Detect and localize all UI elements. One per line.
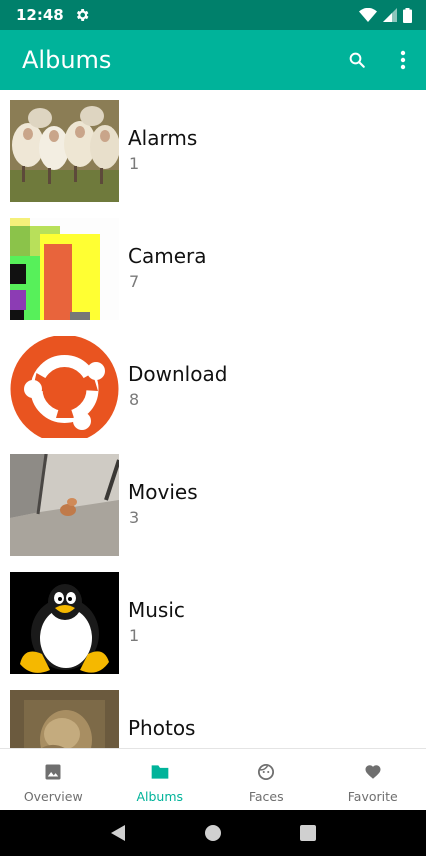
nav-label: Albums bbox=[136, 789, 184, 804]
album-count: 1 bbox=[129, 626, 140, 645]
floor-photo-thumbnail bbox=[10, 454, 119, 556]
back-icon[interactable] bbox=[109, 824, 127, 842]
nav-overview[interactable]: Overview bbox=[0, 749, 107, 810]
album-count: 3 bbox=[129, 508, 140, 527]
gear-icon bbox=[76, 9, 89, 21]
folder-icon bbox=[151, 765, 169, 779]
album-list[interactable]: Alarms 1 Camera 7 Download 8 Movies 3 Mu… bbox=[0, 90, 426, 748]
page-title: Albums bbox=[22, 46, 112, 74]
album-thumbnail bbox=[10, 690, 119, 748]
system-navigation-bar bbox=[0, 810, 426, 856]
wifi-icon bbox=[359, 8, 377, 22]
more-vert-icon bbox=[400, 50, 406, 70]
album-row-alarms[interactable]: Alarms 1 bbox=[0, 90, 426, 208]
album-row-camera[interactable]: Camera 7 bbox=[0, 208, 426, 326]
album-thumbnail bbox=[10, 454, 119, 556]
album-row-movies[interactable]: Movies 3 bbox=[0, 444, 426, 562]
bottom-navigation: Overview Albums Faces Favorite bbox=[0, 748, 426, 810]
image-icon bbox=[45, 764, 61, 780]
nav-label: Faces bbox=[248, 789, 284, 804]
album-name: Alarms bbox=[128, 126, 198, 150]
album-row-photos[interactable]: Photos bbox=[0, 680, 426, 748]
album-count: 1 bbox=[129, 154, 140, 173]
album-thumbnail bbox=[10, 336, 119, 438]
tux-penguin-thumbnail bbox=[10, 572, 119, 674]
face-icon bbox=[258, 763, 275, 781]
sepia-portrait-thumbnail bbox=[10, 690, 119, 748]
nav-label: Overview bbox=[23, 789, 83, 804]
nav-favorite[interactable]: Favorite bbox=[320, 749, 426, 810]
nav-label: Favorite bbox=[347, 789, 398, 804]
album-count: 7 bbox=[129, 272, 140, 291]
album-name: Camera bbox=[128, 244, 207, 268]
album-row-music[interactable]: Music 1 bbox=[0, 562, 426, 680]
album-row-download[interactable]: Download 8 bbox=[0, 326, 426, 444]
album-name: Movies bbox=[128, 480, 198, 504]
status-bar: 12:48 bbox=[0, 0, 426, 30]
album-name: Download bbox=[128, 362, 228, 386]
colorful-blocks-thumbnail bbox=[10, 218, 119, 320]
app-bar: Albums bbox=[0, 30, 426, 90]
album-count: 8 bbox=[129, 390, 140, 409]
battery-icon bbox=[403, 7, 412, 23]
album-name: Music bbox=[128, 598, 185, 622]
album-thumbnail bbox=[10, 572, 119, 674]
sheep-photo-thumbnail bbox=[10, 100, 119, 202]
album-thumbnail bbox=[10, 100, 119, 202]
status-time: 12:48 bbox=[16, 6, 64, 24]
home-icon[interactable] bbox=[204, 824, 222, 842]
recents-icon[interactable] bbox=[299, 824, 317, 842]
nav-faces[interactable]: Faces bbox=[213, 749, 320, 810]
nav-albums[interactable]: Albums bbox=[107, 749, 214, 810]
search-button[interactable] bbox=[334, 37, 380, 83]
album-name: Photos bbox=[128, 716, 196, 740]
heart-icon bbox=[365, 765, 381, 779]
search-icon bbox=[349, 52, 365, 68]
ubuntu-logo-thumbnail bbox=[10, 336, 119, 438]
more-options-button[interactable] bbox=[380, 37, 426, 83]
album-thumbnail bbox=[10, 218, 119, 320]
signal-icon bbox=[383, 8, 397, 22]
